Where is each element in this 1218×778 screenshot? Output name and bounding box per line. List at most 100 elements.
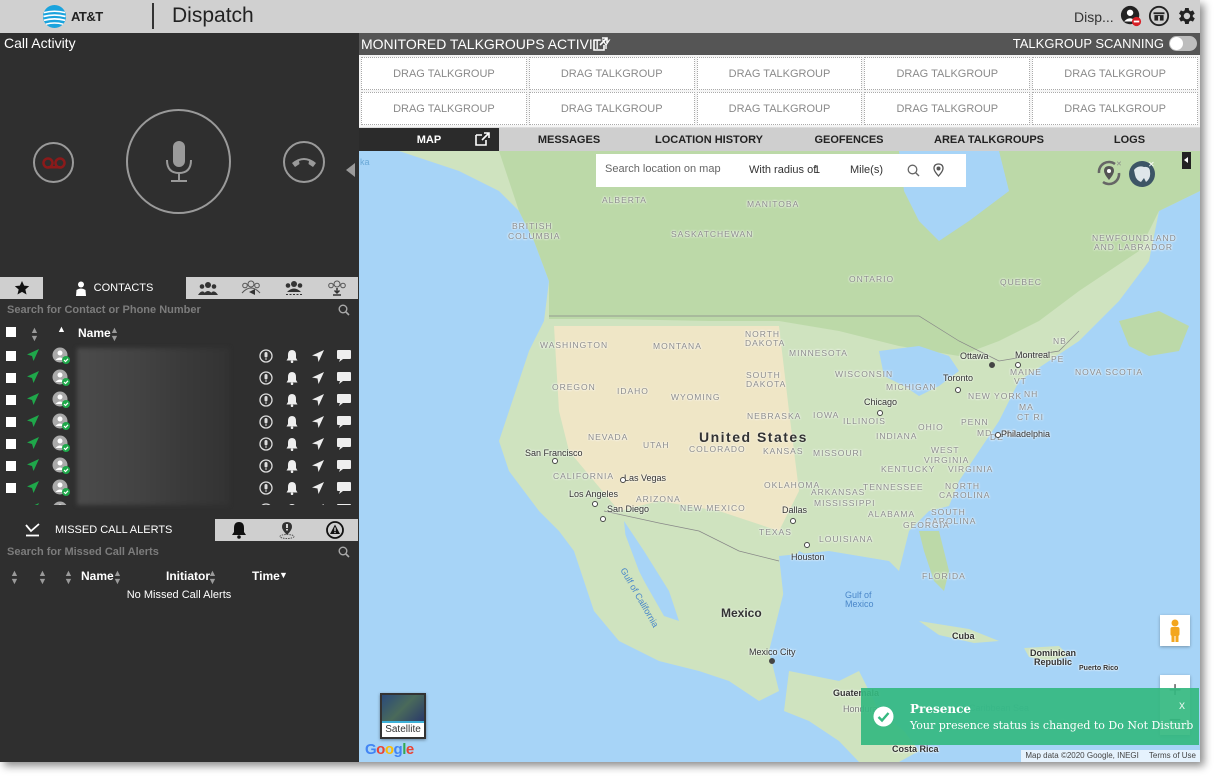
row-checkbox[interactable] bbox=[6, 417, 16, 427]
message-icon[interactable] bbox=[336, 503, 352, 505]
search-icon[interactable] bbox=[338, 546, 350, 558]
tab-location-alerts[interactable] bbox=[263, 519, 311, 541]
select-all-checkbox[interactable] bbox=[6, 327, 16, 337]
tab-map[interactable]: MAP bbox=[359, 128, 499, 151]
sort-time-desc-icon[interactable]: ▼ bbox=[279, 570, 288, 580]
row-checkbox[interactable] bbox=[6, 351, 16, 361]
toast-close-button[interactable]: x bbox=[1179, 698, 1185, 712]
talkgroup-slot[interactable]: DRAG TALKGROUP bbox=[361, 92, 527, 125]
talkgroup-slot[interactable]: DRAG TALKGROUP bbox=[1032, 57, 1198, 90]
private-call-icon[interactable] bbox=[259, 481, 273, 500]
column-time[interactable]: Time bbox=[252, 569, 280, 583]
tab-broadcast-groups[interactable] bbox=[229, 277, 272, 299]
talkgroup-slot[interactable]: DRAG TALKGROUP bbox=[528, 57, 695, 90]
popout-map-icon[interactable] bbox=[475, 132, 490, 146]
alert-bell-icon[interactable] bbox=[285, 437, 299, 456]
row-checkbox[interactable] bbox=[6, 395, 16, 405]
private-call-icon[interactable] bbox=[259, 437, 273, 456]
talkgroup-slot[interactable]: DRAG TALKGROUP bbox=[864, 57, 1031, 90]
row-checkbox[interactable] bbox=[6, 439, 16, 449]
alert-bell-icon[interactable] bbox=[285, 503, 299, 505]
radius-unit-select[interactable]: Mile(s) bbox=[850, 164, 883, 176]
broadcast-icon[interactable] bbox=[1148, 5, 1170, 27]
locate-icon[interactable] bbox=[311, 437, 325, 456]
area-coverage-toggle-icon[interactable]: ✕ bbox=[1128, 158, 1158, 188]
collapse-panel-arrow[interactable] bbox=[346, 163, 355, 177]
sort-col1-icon[interactable]: ▲ ▼ bbox=[10, 569, 19, 586]
map-pin-icon[interactable] bbox=[933, 163, 944, 177]
talkgroup-slot[interactable]: DRAG TALKGROUP bbox=[696, 57, 863, 90]
talkgroup-slot[interactable]: DRAG TALKGROUP bbox=[864, 92, 1031, 125]
tab-missed-call-alerts[interactable]: MISSED CALL ALERTS bbox=[0, 519, 215, 541]
talkgroup-slot[interactable]: DRAG TALKGROUP bbox=[361, 57, 527, 90]
alert-bell-icon[interactable] bbox=[285, 415, 299, 434]
alert-bell-icon[interactable] bbox=[285, 393, 299, 412]
locate-icon[interactable] bbox=[311, 481, 325, 500]
message-icon[interactable] bbox=[336, 437, 352, 456]
terms-of-use-link[interactable]: Terms of Use bbox=[1149, 751, 1196, 761]
alert-bell-icon[interactable] bbox=[285, 371, 299, 390]
private-call-icon[interactable] bbox=[259, 393, 273, 412]
name-column-label[interactable]: Name bbox=[78, 326, 111, 340]
private-call-icon[interactable] bbox=[259, 349, 273, 368]
map-sidebar-toggle[interactable] bbox=[1182, 152, 1191, 169]
alert-bell-icon[interactable] bbox=[285, 459, 299, 478]
tab-contacts[interactable]: CONTACTS bbox=[43, 277, 186, 299]
contact-row[interactable] bbox=[0, 345, 358, 367]
map-location-search-input[interactable] bbox=[605, 163, 735, 175]
locate-icon[interactable] bbox=[311, 393, 325, 412]
tab-area-talkgroups[interactable]: AREA TALKGROUPS bbox=[919, 128, 1059, 151]
private-call-icon[interactable] bbox=[259, 371, 273, 390]
row-checkbox[interactable] bbox=[6, 461, 16, 471]
locate-icon[interactable] bbox=[311, 349, 325, 368]
contact-row[interactable] bbox=[0, 455, 358, 477]
column-initiator[interactable]: Initiator bbox=[166, 569, 210, 583]
contacts-search-input[interactable] bbox=[7, 304, 327, 316]
tab-talkgroups[interactable] bbox=[186, 277, 229, 299]
message-icon[interactable] bbox=[336, 459, 352, 478]
contact-row[interactable] bbox=[0, 367, 358, 389]
tab-logs[interactable]: LOGS bbox=[1059, 128, 1200, 151]
tab-messages[interactable]: MESSAGES bbox=[499, 128, 639, 151]
tab-import-groups[interactable] bbox=[315, 277, 358, 299]
talkgroup-scanning-toggle[interactable] bbox=[1169, 36, 1197, 51]
map-view[interactable]: ALBERTA BRITISH COLUMBIA SASKATCHEWAN MA… bbox=[359, 151, 1200, 762]
geofence-toggle-icon[interactable]: ✕ bbox=[1095, 159, 1123, 187]
message-icon[interactable] bbox=[336, 481, 352, 500]
private-call-icon[interactable] bbox=[259, 459, 273, 478]
radius-value[interactable]: 1 bbox=[814, 164, 820, 176]
message-icon[interactable] bbox=[336, 415, 352, 434]
settings-gear-icon[interactable] bbox=[1175, 5, 1197, 27]
search-icon[interactable] bbox=[338, 304, 350, 316]
message-icon[interactable] bbox=[336, 349, 352, 368]
private-call-icon[interactable] bbox=[259, 503, 273, 505]
map-search-icon[interactable] bbox=[907, 164, 920, 177]
locate-icon[interactable] bbox=[311, 415, 325, 434]
sort-presence-icon[interactable]: ▲ bbox=[57, 325, 66, 334]
satellite-toggle-button[interactable]: Satellite bbox=[380, 693, 426, 739]
sort-status-icon[interactable]: ▲ ▼ bbox=[30, 326, 39, 343]
user-name[interactable]: Disp... bbox=[1074, 9, 1114, 25]
presence-dnd-icon[interactable] bbox=[1120, 5, 1142, 27]
tab-dynamic-groups[interactable] bbox=[272, 277, 315, 299]
contact-row[interactable] bbox=[0, 499, 358, 505]
popout-icon[interactable] bbox=[593, 37, 608, 51]
tab-location-history[interactable]: LOCATION HISTORY bbox=[639, 128, 779, 151]
row-checkbox[interactable] bbox=[6, 483, 16, 493]
sort-col2-icon[interactable]: ▲ ▼ bbox=[38, 569, 47, 586]
tab-alerts[interactable] bbox=[215, 519, 263, 541]
talkgroup-slot[interactable]: DRAG TALKGROUP bbox=[528, 92, 695, 125]
tab-geofences[interactable]: GEOFENCES bbox=[779, 128, 919, 151]
sort-name-icon[interactable]: ▲ ▼ bbox=[113, 569, 122, 586]
locate-icon[interactable] bbox=[311, 459, 325, 478]
contact-row[interactable] bbox=[0, 477, 358, 499]
sort-col3-icon[interactable]: ▲ ▼ bbox=[64, 569, 73, 586]
alert-bell-icon[interactable] bbox=[285, 481, 299, 500]
message-icon[interactable] bbox=[336, 393, 352, 412]
tab-emergency-alerts[interactable] bbox=[311, 519, 358, 541]
tab-favorites[interactable] bbox=[0, 277, 43, 299]
alert-bell-icon[interactable] bbox=[285, 349, 299, 368]
private-call-icon[interactable] bbox=[259, 415, 273, 434]
missed-calls-search-input[interactable] bbox=[7, 546, 327, 558]
sort-name-icon[interactable]: ▲ ▼ bbox=[110, 326, 119, 343]
